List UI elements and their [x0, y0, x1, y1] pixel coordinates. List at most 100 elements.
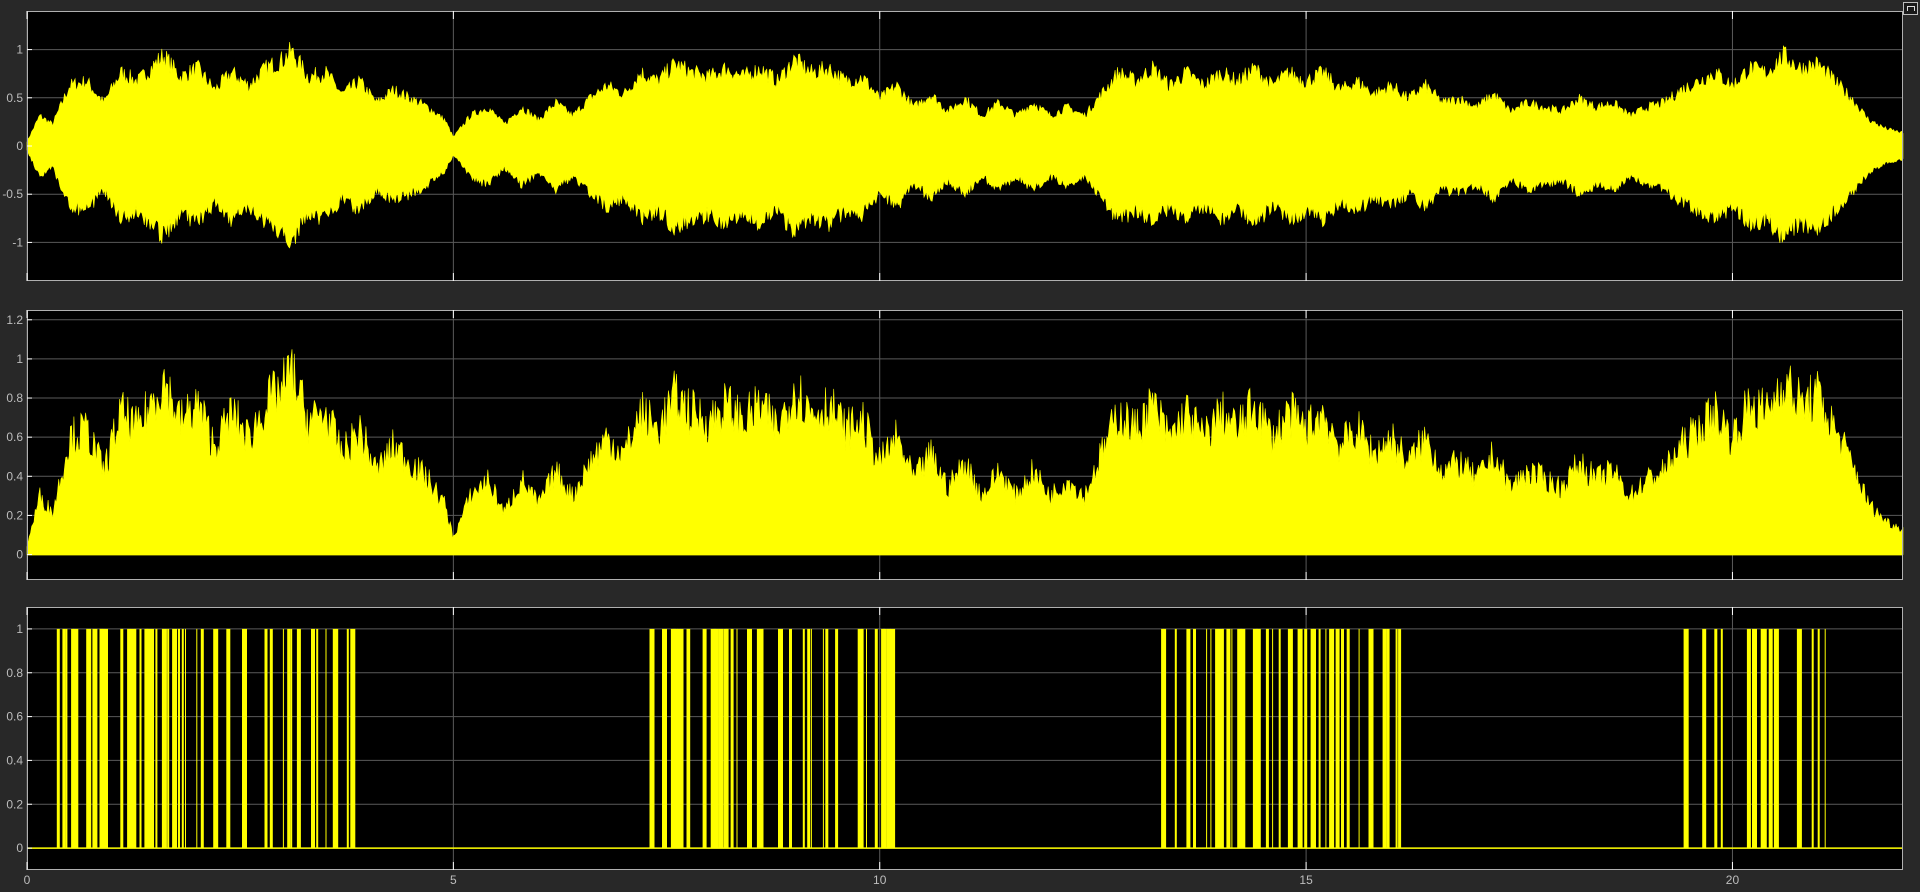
pulse-mark [1272, 628, 1274, 849]
xtick-label: 0 [24, 873, 31, 887]
pulse-mark [747, 628, 752, 849]
pulse-mark [835, 628, 839, 849]
pulse-mark [196, 628, 198, 849]
pulse-mark [1720, 628, 1723, 849]
pulse-mark [1368, 628, 1374, 849]
ytick-label: 0.8 [6, 666, 23, 680]
pulse-mark [725, 628, 729, 849]
pulse-mark [883, 628, 885, 849]
ytick-label: 1 [16, 352, 23, 366]
pulse-mark [1811, 628, 1814, 849]
pulse-mark [65, 628, 68, 849]
pulse-mark [139, 628, 142, 849]
pulse-mark [120, 628, 124, 849]
pulse-mark [311, 628, 315, 849]
plot-panel-top: -1 -0.5 0 0.5 1 [2, 11, 1904, 281]
pulse-mark [1210, 628, 1212, 849]
pulse-mark [215, 628, 218, 849]
pulse-mark [73, 628, 79, 849]
pulse-mark [860, 628, 864, 849]
ytick-label: 0.4 [6, 753, 23, 767]
expand-axes-icon[interactable] [1903, 2, 1918, 15]
pulse-mark [715, 628, 717, 849]
pulse-mark [1193, 628, 1196, 849]
pulse-mark [1752, 628, 1757, 849]
pulse-mark [1255, 628, 1261, 849]
pulse-mark [134, 628, 137, 849]
pulse-mark [181, 628, 184, 849]
pulse-mark [1346, 628, 1350, 849]
pulse-mark [789, 628, 792, 849]
pulse-mark [155, 628, 158, 849]
plot-area [27, 607, 1903, 870]
pulse-mark [1398, 628, 1402, 849]
pulse-mark [316, 628, 319, 849]
pulse-mark [290, 628, 293, 849]
pulse-mark [1278, 628, 1281, 849]
pulse-mark [1231, 628, 1233, 849]
ytick-label: 0.6 [6, 430, 23, 444]
plot-panel-bottom: 00.20.40.60.810 5 10 15 20 [6, 607, 1903, 887]
pulse-mark [185, 628, 186, 849]
pulse-mark [688, 628, 691, 849]
ytick-label: 0.4 [6, 469, 23, 483]
pulse-mark [810, 628, 812, 849]
pulse-mark [1265, 628, 1269, 849]
pulse-mark [807, 628, 811, 849]
pulse-mark [1686, 628, 1689, 849]
pulse-mark [86, 628, 92, 849]
pulse-mark [161, 628, 167, 849]
pulse-mark [1329, 628, 1335, 849]
pulse-mark [1395, 628, 1398, 849]
pulse-mark [56, 628, 60, 849]
pulse-mark [802, 628, 805, 849]
pulse-mark [1206, 628, 1208, 849]
pulse-mark [1313, 628, 1316, 849]
xtick-label: 5 [450, 873, 457, 887]
pulse-mark [1763, 628, 1767, 849]
pulse-mark [1240, 628, 1246, 849]
ytick-label: 0.6 [6, 710, 23, 724]
pulse-mark [172, 628, 178, 849]
pulse-mark [296, 628, 301, 849]
ytick-label: 0.5 [6, 91, 23, 105]
pulse-mark [332, 628, 337, 849]
pulse-mark [736, 628, 738, 849]
xtick-label: 15 [1299, 873, 1313, 887]
pulse-mark [825, 628, 829, 849]
pulse-mark [1287, 628, 1293, 849]
pulse-mark [1776, 628, 1779, 849]
pulse-mark [1297, 628, 1303, 849]
pulse-mark [99, 628, 105, 849]
pulse-mark [890, 628, 896, 849]
pulse-mark [167, 628, 170, 849]
pulse-mark [672, 628, 678, 849]
pulse-mark [1746, 628, 1751, 849]
pulse-mark [1702, 628, 1707, 849]
plot-panel-middle: 0 0.2 0.4 0.6 0.8 1 1.2 [6, 310, 1904, 580]
ytick-label: -0.5 [2, 187, 23, 201]
pulse-mark [1226, 628, 1231, 849]
pulse-mark [1163, 628, 1167, 849]
pulse-mark [1824, 628, 1826, 849]
pulse-mark [264, 628, 268, 849]
pulse-mark [1221, 628, 1224, 849]
ytick-label: 0 [16, 548, 23, 562]
ytick-label: 1.2 [6, 313, 23, 327]
pulse-mark [226, 628, 231, 849]
pulse-mark [1304, 628, 1308, 849]
xtick-label: 20 [1726, 873, 1740, 887]
pulse-mark [1768, 628, 1773, 849]
ytick-label: 0.2 [6, 508, 23, 522]
pulse-mark [104, 628, 108, 849]
pulse-mark [1318, 628, 1321, 849]
pulse-mark [325, 628, 327, 849]
pulse-mark [677, 628, 681, 849]
pulse-mark [346, 628, 349, 849]
pulse-mark [662, 628, 667, 849]
pulse-mark [282, 628, 284, 849]
pulse-mark [730, 628, 734, 849]
pulse-mark [1325, 628, 1327, 849]
pulse-mark [680, 628, 684, 849]
ytick-label: 0 [16, 139, 23, 153]
